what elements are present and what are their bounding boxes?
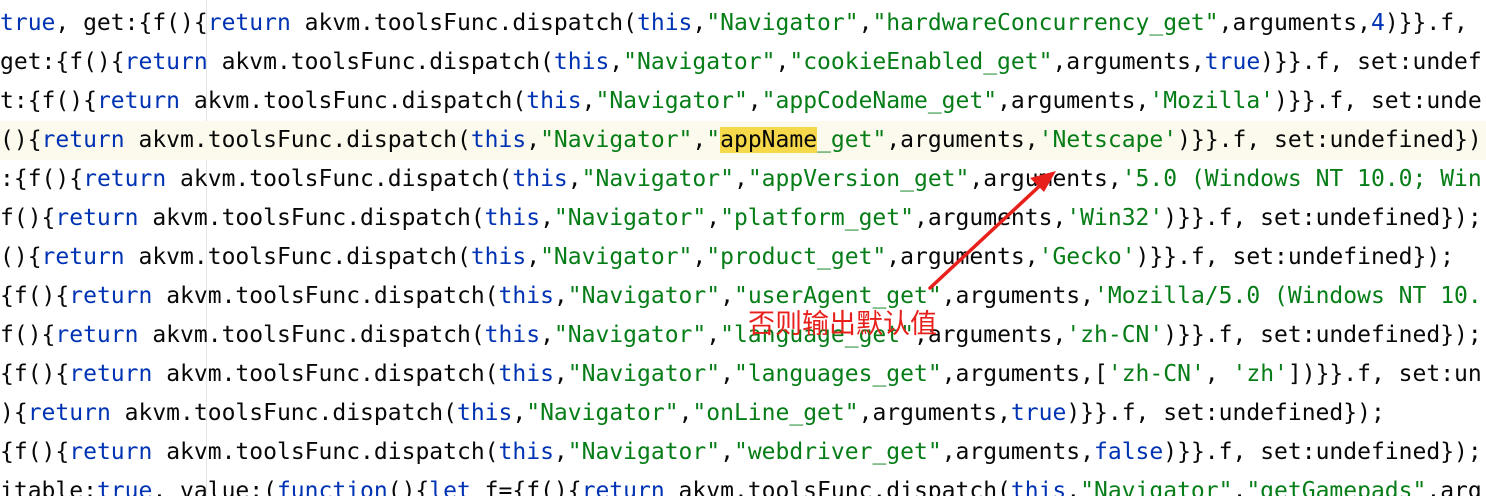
arrow-head (1030, 171, 1056, 192)
code-editor[interactable]: true, get:{f(){return akvm.toolsFunc.dis… (0, 0, 1486, 496)
annotation-arrow (928, 171, 1056, 290)
arrow-shaft (928, 178, 1048, 290)
annotation-text: 否则输出默认值 (748, 309, 937, 340)
